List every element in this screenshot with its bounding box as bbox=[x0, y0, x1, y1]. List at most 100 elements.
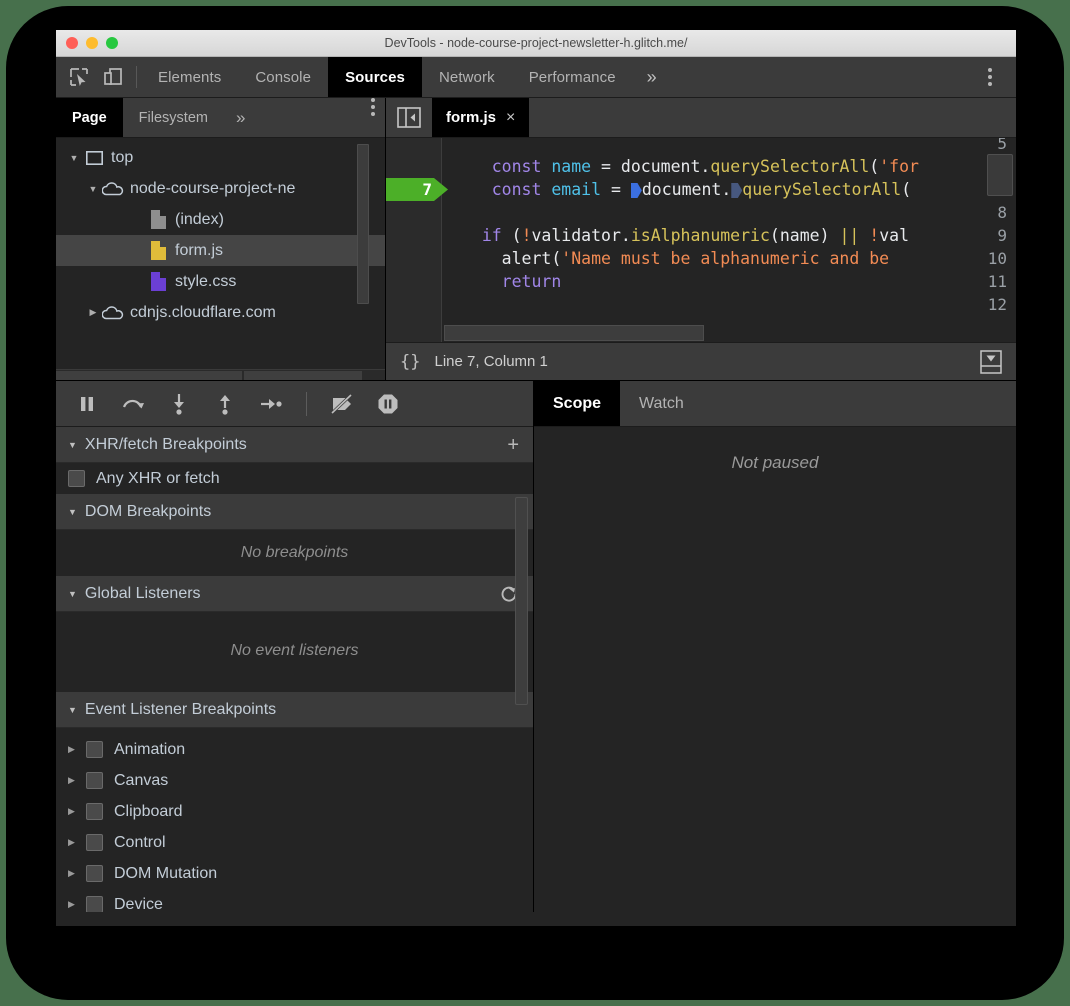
step-out-button[interactable] bbox=[212, 391, 238, 417]
tab-console[interactable]: Console bbox=[238, 57, 328, 97]
code-line-6: const name = document.querySelectorAll('… bbox=[452, 155, 919, 178]
editor-vertical-scrollbar[interactable] bbox=[987, 154, 1013, 196]
code-editor[interactable]: 5 6 7 8 9 10 11 12 const name = document… bbox=[386, 138, 1016, 342]
file-gray-icon bbox=[146, 210, 170, 229]
collapse-sidebar-icon[interactable] bbox=[386, 98, 432, 137]
expand-caret-icon[interactable]: ▶ bbox=[68, 899, 86, 910]
line-number-gutter[interactable] bbox=[386, 138, 442, 342]
line-number: 8 bbox=[997, 201, 1007, 224]
breakpoints-vertical-scrollbar[interactable] bbox=[515, 497, 528, 705]
checkbox[interactable] bbox=[86, 834, 103, 851]
expand-caret-icon[interactable]: ▶ bbox=[68, 837, 86, 848]
close-icon[interactable]: × bbox=[506, 109, 515, 127]
section-title: Event Listener Breakpoints bbox=[85, 701, 276, 719]
section-title: DOM Breakpoints bbox=[85, 503, 211, 521]
tree-item-style-css[interactable]: style.css bbox=[56, 266, 385, 297]
tree-item-cdnjs-cloudflare[interactable]: ▶ cdnjs.cloudflare.com bbox=[56, 297, 385, 328]
step-into-button[interactable] bbox=[166, 391, 192, 417]
cloud-icon bbox=[101, 306, 125, 320]
inspect-element-icon[interactable] bbox=[66, 64, 92, 90]
editor-horizontal-scrollbar[interactable] bbox=[444, 325, 704, 341]
scrollbar-thumb-secondary[interactable] bbox=[244, 371, 362, 380]
checkbox[interactable] bbox=[86, 803, 103, 820]
tree-item-label: node-course-project-ne bbox=[130, 180, 295, 198]
expand-caret-icon[interactable]: ▼ bbox=[85, 184, 101, 194]
more-tabs-chevron-icon[interactable]: » bbox=[633, 57, 671, 97]
breakpoint-label: Animation bbox=[114, 741, 185, 759]
toolbar-right-group bbox=[969, 57, 1016, 97]
tree-item-node-course-project[interactable]: ▼ node-course-project-ne bbox=[56, 173, 385, 204]
section-header-event-listener-breakpoints[interactable]: ▼ Event Listener Breakpoints bbox=[56, 692, 533, 728]
tree-item-top[interactable]: ▼ top bbox=[56, 142, 385, 173]
navigator-tabbar: Page Filesystem » bbox=[56, 98, 385, 138]
code-line-7: const email = document.querySelectorAll( bbox=[452, 178, 911, 201]
navigator-more-chevron-icon[interactable]: » bbox=[224, 98, 257, 137]
section-header-xhr-breakpoints[interactable]: ▼ XHR/fetch Breakpoints + bbox=[56, 427, 533, 463]
tab-network[interactable]: Network bbox=[422, 57, 512, 97]
expand-caret-icon[interactable]: ▶ bbox=[85, 307, 101, 318]
add-xhr-breakpoint-button[interactable]: + bbox=[507, 435, 519, 455]
line-number: 9 bbox=[997, 224, 1007, 247]
show-drawer-icon[interactable] bbox=[980, 350, 1002, 374]
resume-pause-button[interactable] bbox=[74, 391, 100, 417]
tab-watch[interactable]: Watch bbox=[620, 381, 703, 426]
expand-caret-icon[interactable]: ▼ bbox=[66, 153, 82, 163]
expand-caret-icon[interactable]: ▶ bbox=[68, 775, 86, 786]
checkbox[interactable] bbox=[86, 772, 103, 789]
file-purple-icon bbox=[146, 272, 170, 291]
device-toolbar-icon[interactable] bbox=[100, 64, 126, 90]
tab-scope[interactable]: Scope bbox=[534, 381, 620, 426]
tree-item-index[interactable]: (index) bbox=[56, 204, 385, 235]
tab-performance[interactable]: Performance bbox=[512, 57, 633, 97]
breakpoint-row-dom-mutation[interactable]: ▶ DOM Mutation bbox=[56, 858, 533, 889]
breakpoint-row-clipboard[interactable]: ▶ Clipboard bbox=[56, 796, 533, 827]
devtools-panel-tabs: Elements Console Sources Network Perform… bbox=[141, 57, 969, 97]
expand-caret-icon[interactable]: ▶ bbox=[68, 806, 86, 817]
inline-value-chip-icon bbox=[731, 183, 742, 198]
line-number: 7 bbox=[422, 180, 432, 199]
code-line-10: alert('Name must be alphanumeric and be bbox=[452, 247, 889, 270]
collapse-caret-icon[interactable]: ▼ bbox=[68, 440, 77, 450]
breakpoint-label: Any XHR or fetch bbox=[96, 470, 220, 488]
tree-item-form-js[interactable]: form.js bbox=[56, 235, 385, 266]
expand-caret-icon[interactable]: ▶ bbox=[68, 744, 86, 755]
line-number: 12 bbox=[988, 293, 1007, 316]
collapse-caret-icon[interactable]: ▼ bbox=[68, 507, 77, 517]
tab-sources[interactable]: Sources bbox=[328, 57, 422, 97]
navigator-pane: Page Filesystem » ▼ top ▼ bbox=[56, 98, 386, 380]
editor-tab-form-js[interactable]: form.js × bbox=[432, 98, 529, 137]
debugger-toolbar-divider bbox=[306, 392, 307, 416]
pretty-print-icon[interactable]: {} bbox=[400, 352, 420, 372]
main-menu-dots-icon[interactable] bbox=[978, 68, 1002, 86]
tab-filesystem[interactable]: Filesystem bbox=[123, 98, 224, 137]
deactivate-breakpoints-button[interactable] bbox=[329, 391, 355, 417]
pause-on-exceptions-button[interactable] bbox=[375, 391, 401, 417]
collapse-caret-icon[interactable]: ▼ bbox=[68, 589, 77, 599]
breakpoint-label: DOM Mutation bbox=[114, 865, 217, 883]
checkbox[interactable] bbox=[86, 741, 103, 758]
breakpoint-row-device[interactable]: ▶ Device bbox=[56, 889, 533, 912]
checkbox[interactable] bbox=[68, 470, 85, 487]
breakpoint-row-canvas[interactable]: ▶ Canvas bbox=[56, 765, 533, 796]
step-button[interactable] bbox=[258, 391, 284, 417]
checkbox[interactable] bbox=[86, 896, 103, 912]
section-header-global-listeners[interactable]: ▼ Global Listeners bbox=[56, 576, 533, 612]
line-number: 11 bbox=[988, 270, 1007, 293]
code-line-11: return bbox=[452, 270, 561, 293]
breakpoint-row-animation[interactable]: ▶ Animation bbox=[56, 734, 533, 765]
navigator-menu-dots-icon[interactable] bbox=[361, 98, 385, 137]
editor-tab-label: form.js bbox=[446, 109, 496, 126]
scrollbar-thumb[interactable] bbox=[56, 371, 242, 380]
expand-caret-icon[interactable]: ▶ bbox=[68, 868, 86, 879]
collapse-caret-icon[interactable]: ▼ bbox=[68, 705, 77, 715]
breakpoint-label: Canvas bbox=[114, 772, 168, 790]
breakpoint-row-any-xhr[interactable]: Any XHR or fetch bbox=[56, 463, 533, 494]
file-tree-horizontal-scrollbar[interactable] bbox=[56, 369, 385, 380]
checkbox[interactable] bbox=[86, 865, 103, 882]
tab-elements[interactable]: Elements bbox=[141, 57, 238, 97]
breakpoint-row-control[interactable]: ▶ Control bbox=[56, 827, 533, 858]
step-over-button[interactable] bbox=[120, 391, 146, 417]
tab-page[interactable]: Page bbox=[56, 98, 123, 137]
section-header-dom-breakpoints[interactable]: ▼ DOM Breakpoints bbox=[56, 494, 533, 530]
file-tree-vertical-scrollbar[interactable] bbox=[357, 144, 369, 304]
